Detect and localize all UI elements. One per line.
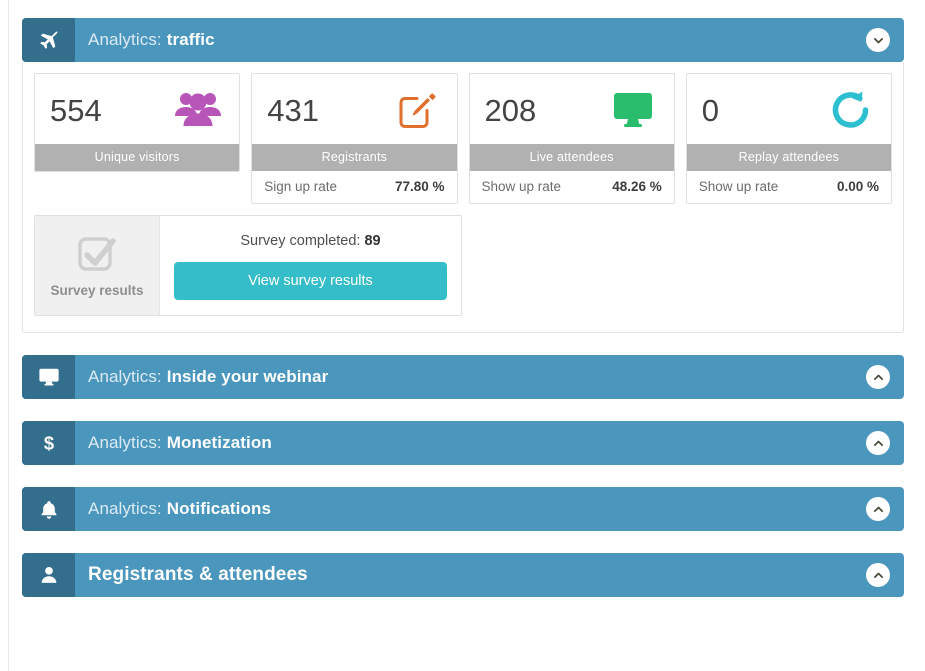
section-title-monetization: Analytics: Monetization: [75, 421, 904, 465]
replay-arrow-icon: [824, 88, 876, 132]
airplane-icon: [22, 18, 75, 62]
survey-results-badge: Survey results: [35, 216, 160, 315]
survey-completed-count: 89: [364, 233, 381, 249]
section-header-inside-your-webinar[interactable]: Analytics: Inside your webinar: [22, 355, 904, 399]
left-rail-divider: [8, 0, 9, 671]
chevron-down-icon[interactable]: [866, 28, 890, 52]
section-header-notifications[interactable]: Analytics: Notifications: [22, 487, 904, 531]
chevron-up-icon[interactable]: [866, 365, 890, 389]
edit-pencil-icon: [390, 88, 442, 132]
metric-top: 431: [252, 74, 456, 144]
section-title-registrants-attendees: Registrants & attendees: [75, 553, 904, 597]
monitor-screen-icon: [607, 88, 659, 132]
metric-cards-row: 554 Unique visitors 431 Registrants Sign…: [34, 73, 892, 204]
chevron-up-icon[interactable]: [866, 497, 890, 521]
survey-results-caption: Survey results: [50, 283, 144, 298]
metric-footer: Show up rate 0.00 %: [686, 171, 891, 203]
metric-card-unique-visitors[interactable]: 554 Unique visitors: [34, 73, 241, 172]
metric-foot-label: Sign up rate: [264, 179, 338, 194]
metric-card-replay-attendees[interactable]: 0 Replay attendees Show up rate 0.00 %: [685, 73, 892, 204]
section-lead: Analytics:: [88, 367, 162, 386]
metric-foot-value: 77.80 %: [394, 179, 445, 194]
chevron-up-icon[interactable]: [866, 431, 890, 455]
metric-foot-label: Show up rate: [698, 179, 779, 194]
metric-foot-value: 48.26 %: [612, 179, 662, 194]
metric-foot-value: 0.00 %: [836, 179, 879, 194]
section-strong: Monetization: [166, 433, 272, 452]
users-group-icon: [172, 88, 224, 132]
user-icon: [22, 553, 75, 597]
section-traffic: Analytics: traffic 554 Unique visitors 4…: [22, 18, 904, 333]
metric-label: Unique visitors: [35, 144, 240, 171]
metric-top: 208: [470, 74, 674, 144]
section-header-registrants-attendees[interactable]: Registrants & attendees: [22, 553, 904, 597]
dollar-icon: $: [22, 421, 75, 465]
checkbox-check-icon: [74, 233, 120, 275]
sections-container: Analytics: traffic 554 Unique visitors 4…: [22, 18, 904, 597]
metric-label: Live attendees: [469, 144, 674, 171]
section-strong: Notifications: [166, 499, 271, 518]
analytics-page: Analytics: traffic 554 Unique visitors 4…: [0, 0, 925, 671]
metric-card-registrants[interactable]: 431 Registrants Sign up rate 77.80 %: [251, 73, 458, 204]
section-lead: Analytics:: [88, 30, 162, 49]
metric-label: Registrants: [252, 144, 457, 171]
section-strong: Inside your webinar: [166, 367, 329, 386]
metric-foot-label: Show up rate: [481, 179, 562, 194]
metric-footer: Sign up rate 77.80 %: [252, 171, 457, 203]
survey-completed-text: Survey completed: 89: [240, 233, 380, 249]
chevron-up-icon[interactable]: [866, 563, 890, 587]
metric-footer: Show up rate 48.26 %: [469, 171, 674, 203]
survey-results-content: Survey completed: 89 View survey results: [160, 216, 461, 315]
section-strong: traffic: [166, 30, 215, 49]
metric-value: 431: [267, 92, 319, 128]
survey-completed-label: Survey completed:: [240, 233, 361, 249]
metric-value: 208: [484, 92, 537, 128]
metric-card-live-attendees[interactable]: 208 Live attendees Show up rate 48.26 %: [468, 73, 675, 204]
metric-top: 554: [35, 74, 239, 144]
section-lead: Analytics:: [88, 433, 162, 452]
metric-value: 554: [50, 92, 102, 128]
section-title-notifications: Analytics: Notifications: [75, 487, 904, 531]
section-title-traffic: Analytics: traffic: [75, 18, 904, 62]
metric-top: 0: [687, 74, 891, 144]
metric-label: Replay attendees: [686, 144, 891, 171]
traffic-panel-body: 554 Unique visitors 431 Registrants Sign…: [22, 62, 904, 333]
section-title-inside-your-webinar: Analytics: Inside your webinar: [75, 355, 904, 399]
section-lead: Analytics:: [88, 499, 162, 518]
section-header-traffic[interactable]: Analytics: traffic: [22, 18, 904, 62]
monitor-icon: [22, 355, 75, 399]
survey-results-panel: Survey results Survey completed: 89 View…: [34, 215, 462, 316]
view-survey-results-button[interactable]: View survey results: [174, 262, 447, 300]
svg-text:$: $: [43, 432, 53, 453]
section-strong: Registrants & attendees: [88, 564, 308, 585]
bell-icon: [22, 487, 75, 531]
section-header-monetization[interactable]: $ Analytics: Monetization: [22, 421, 904, 465]
metric-value: 0: [701, 92, 719, 128]
